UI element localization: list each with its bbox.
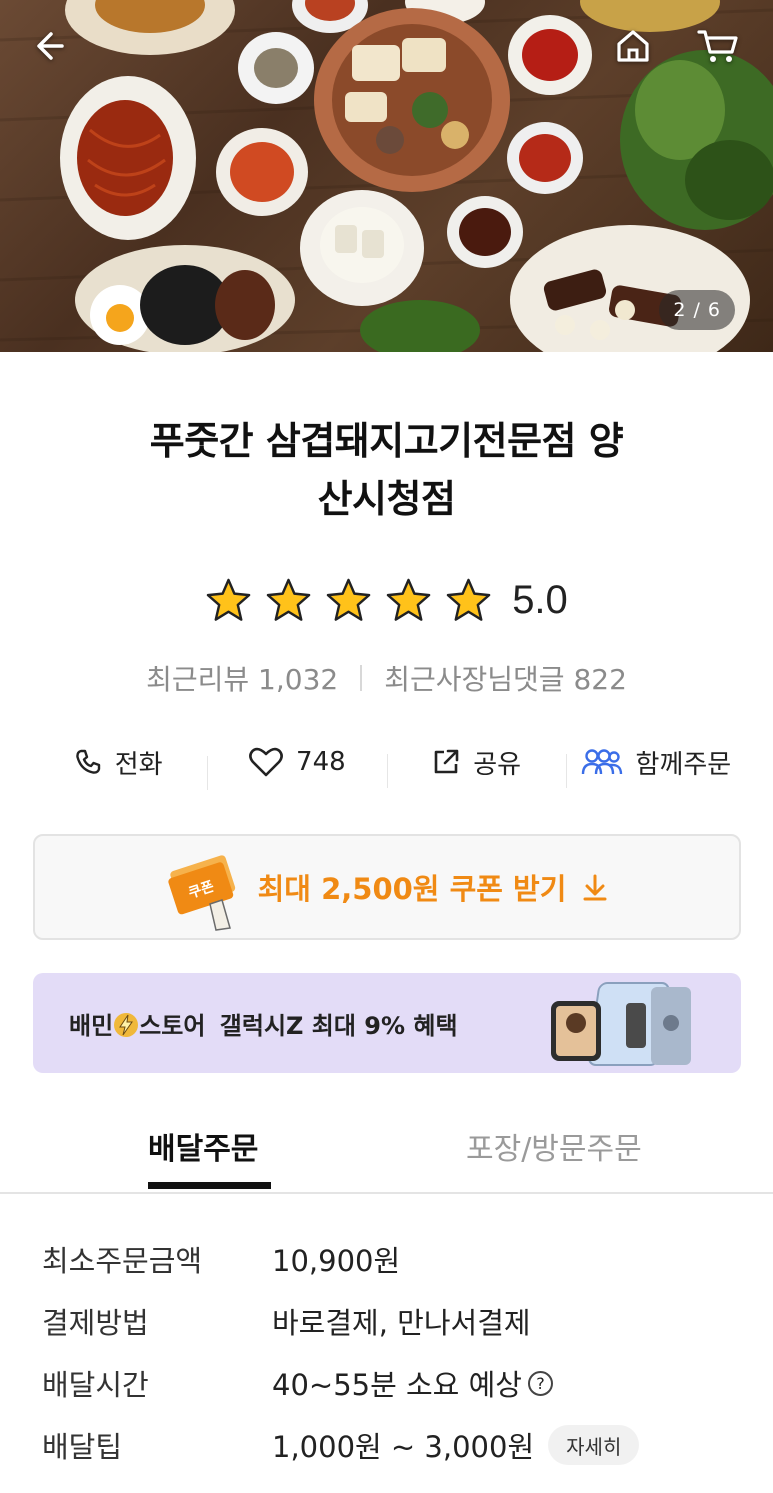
group-users-icon (581, 749, 622, 775)
store-name-line-1: 푸줏간 삼겹돼지고기전문점 양 (149, 419, 624, 463)
delivery-tip-label: 배달팁 (42, 1430, 123, 1464)
star-rating (205, 577, 492, 624)
recent-reviews-count[interactable]: 최근리뷰 1,032 (146, 658, 338, 698)
share-icon (434, 749, 459, 774)
star-icon (266, 578, 311, 621)
delivery-tip-row: 배달팁 1,000원 ~ 3,000원 자세히 (42, 1414, 742, 1476)
star-icon (446, 578, 491, 621)
call-button[interactable]: 전화 (28, 744, 207, 781)
home-icon (617, 30, 649, 62)
download-arrow-icon (583, 874, 607, 901)
delivery-time-row: 배달시간 40~55분 소요 예상 ? (42, 1352, 742, 1414)
divider (360, 665, 363, 691)
heart-icon (249, 747, 283, 777)
star-icon (206, 578, 251, 621)
review-summary[interactable]: 최근리뷰 1,032 최근사장님댓글 822 (0, 655, 773, 701)
rating-row[interactable]: 5.0 (0, 572, 773, 628)
delivery-tip-value-wrap: 1,000원 ~ 3,000원 자세히 (272, 1424, 640, 1466)
group-order-button[interactable]: 함께주문 (565, 744, 745, 788)
group-order-label: 함께주문 (635, 749, 732, 780)
delivery-time-value-wrap: 40~55분 소요 예상 ? (272, 1362, 553, 1404)
phone-icon (75, 749, 100, 774)
coupon-download-button[interactable]: 쿠폰 최대 2,500원 쿠폰 받기 (33, 834, 741, 940)
order-type-tabs: 배달주문 포장/방문주문 (0, 1108, 773, 1194)
banner-text: 배민 스토어 갤럭시Z 최대 9% 혜택 (69, 1006, 458, 1041)
cart-icon (697, 30, 738, 62)
star-icon (326, 578, 371, 621)
home-button[interactable] (605, 18, 661, 74)
back-button[interactable] (24, 18, 80, 74)
payment-value: 바로결제, 만나서결제 (272, 1306, 531, 1340)
back-arrow-icon (37, 32, 64, 60)
coupon-text: 최대 2,500원 쿠폰 받기 (257, 872, 567, 906)
min-order-row: 최소주문금액 10,900원 (42, 1228, 742, 1290)
banner-brand-a: 배민 (69, 1011, 114, 1040)
delivery-time-label: 배달시간 (42, 1368, 149, 1402)
share-label: 공유 (473, 749, 522, 780)
like-count: 748 (296, 747, 346, 777)
galaxy-phones-image (551, 982, 691, 1066)
promo-banner[interactable]: 배민 스토어 갤럭시Z 최대 9% 혜택 (33, 973, 741, 1073)
store-name-line-2: 산시청점 (317, 477, 456, 521)
store-hero-image[interactable]: 2 / 6 (0, 0, 773, 352)
rating-score: 5.0 (512, 577, 568, 622)
payment-row: 결제방법 바로결제, 만나서결제 (42, 1290, 742, 1352)
lightning-icon (114, 1012, 139, 1037)
share-button[interactable]: 공유 (386, 744, 566, 788)
banner-promo-text: 갤럭시Z 최대 9% 혜택 (219, 1011, 458, 1040)
delivery-info: 최소주문금액 10,900원 결제방법 바로결제, 만나서결제 배달시간 40~… (42, 1228, 742, 1476)
banner-brand-b: 스토어 (139, 1011, 206, 1040)
star-icon (386, 578, 431, 621)
help-icon[interactable]: ? (527, 1370, 553, 1396)
tab-active-indicator (148, 1182, 271, 1189)
tab-pickup[interactable]: 포장/방문주문 (466, 1124, 642, 1168)
tab-delivery[interactable]: 배달주문 (148, 1124, 258, 1168)
coupon-ticket-icon: 쿠폰 (167, 855, 235, 931)
store-name: 푸줏간 삼겹돼지고기전문점 양 산시청점 (30, 412, 743, 528)
delivery-tip-value: 1,000원 ~ 3,000원 (272, 1430, 535, 1464)
delivery-tip-detail-button[interactable]: 자세히 (548, 1425, 640, 1465)
owner-replies-count[interactable]: 최근사장님댓글 822 (384, 658, 627, 698)
min-order-label: 최소주문금액 (42, 1244, 203, 1278)
payment-label: 결제방법 (42, 1306, 149, 1340)
delivery-time-value: 40~55분 소요 예상 (272, 1368, 522, 1402)
action-bar: 전화 748 공유 함께주문 (28, 732, 745, 792)
image-counter: 2 / 6 (659, 290, 735, 330)
call-label: 전화 (114, 749, 163, 780)
like-button[interactable]: 748 (207, 746, 386, 790)
cart-button[interactable] (690, 18, 746, 74)
min-order-value: 10,900원 (272, 1244, 401, 1278)
